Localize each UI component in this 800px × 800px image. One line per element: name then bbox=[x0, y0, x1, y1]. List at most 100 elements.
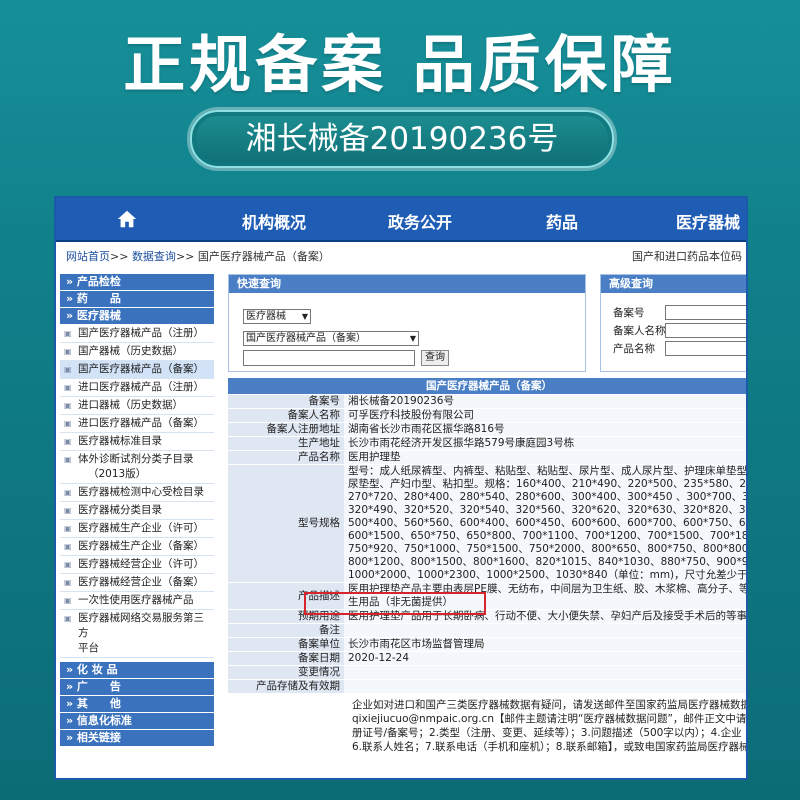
table-row: 变更情况 bbox=[228, 666, 746, 680]
quick-search-title: 快速查询 bbox=[229, 275, 585, 293]
database-select[interactable]: 国产医疗器械产品（备案） bbox=[243, 331, 419, 346]
row-value-line: 270*720、280*400、280*540、280*600、300*400、… bbox=[348, 491, 746, 503]
nav-item-org[interactable]: 机构概况 bbox=[242, 209, 306, 233]
row-label: 型号规格 bbox=[228, 465, 344, 582]
sidebar-item[interactable]: 医疗器械生产企业（许可） bbox=[60, 520, 214, 538]
row-value-line bbox=[348, 624, 746, 637]
row-value-line: 尿垫型、产妇巾型、粘扣型。规格：160*400、210*490、220*500、… bbox=[348, 478, 746, 490]
sidebar-item[interactable]: 一次性使用医疗器械产品 bbox=[60, 592, 214, 610]
row-value-line: 500*400、560*560、600*400、600*450、600*600、… bbox=[348, 517, 746, 529]
top-nav: 机构概况 政务公开 药品 医疗器械 bbox=[56, 198, 746, 242]
sidebar-section-other[interactable]: » 其 他 bbox=[60, 696, 214, 713]
banner-title: 正规备案 品质保障 bbox=[123, 28, 677, 101]
sidebar-section-cosmetics[interactable]: » 化 妆 品 bbox=[60, 662, 214, 679]
sidebar-section-ads[interactable]: » 广 告 bbox=[60, 679, 214, 696]
sidebar-item[interactable]: 医疗器械生产企业（备案） bbox=[60, 538, 214, 556]
row-label: 备案人名称 bbox=[228, 409, 344, 422]
sidebar-item[interactable]: 国产器械（历史数据） bbox=[60, 343, 214, 361]
table-row: 备注 bbox=[228, 624, 746, 638]
sidebar-item[interactable]: 体外诊断试剂分类子目录 （2013版） bbox=[60, 451, 214, 484]
table-row: 型号规格 型号：成人纸尿裤型、内裤型、粘贴型、粘贴型、尿片型、成人尿片型、护理床单… bbox=[228, 465, 746, 583]
table-row: 备案日期 2020-12-24 bbox=[228, 652, 746, 666]
notice-line: 6.联系人姓名；7.联系电话（手机和座机）；8.联系邮箱】，或致电国家药监局医疗… bbox=[352, 741, 746, 753]
sidebar-section-devices[interactable]: » 医疗器械 bbox=[60, 308, 214, 325]
row-value-line: 长沙市雨花经济开发区振华路579号康庭园3号栋 bbox=[348, 437, 575, 449]
breadcrumb: 网站首页>> 数据查询>> 国产医疗器械产品（备案） bbox=[66, 248, 330, 264]
sidebar-item[interactable]: 国产医疗器械产品（注册） bbox=[60, 325, 214, 343]
nav-item-gov[interactable]: 政务公开 bbox=[388, 209, 452, 233]
breadcrumb-sep: >> bbox=[110, 250, 129, 263]
sidebar-item-label: 平台 bbox=[78, 642, 99, 654]
sidebar-item[interactable]: 医疗器械检测中心受检目录 bbox=[60, 484, 214, 502]
breadcrumb-query[interactable]: 数据查询 bbox=[132, 250, 176, 263]
row-value-line: 可孚医疗科技股份有限公司 bbox=[348, 409, 474, 421]
breadcrumb-right-link[interactable]: 国产和进口药品本位码 bbox=[632, 248, 742, 264]
row-value: 湖南省长沙市雨花区振华路816号 bbox=[344, 423, 746, 436]
sidebar-item[interactable]: 进口医疗器械产品（备案） bbox=[60, 415, 214, 433]
sidebar-item[interactable]: 医疗器械标准目录 bbox=[60, 433, 214, 451]
row-value-line: 长沙市雨花区市场监督管理局 bbox=[348, 638, 485, 650]
row-value-line: 湖南省长沙市雨花区振华路816号 bbox=[348, 423, 505, 435]
row-value-line bbox=[348, 680, 746, 693]
record-number-highlight bbox=[304, 592, 486, 615]
table-row: 产品名称 医用护理垫 bbox=[228, 451, 746, 465]
row-value-line: 320*490、320*520、320*540、320*560、320*620、… bbox=[348, 504, 746, 516]
nav-item-drugs[interactable]: 药品 bbox=[546, 209, 578, 233]
home-icon[interactable] bbox=[116, 208, 138, 230]
notice-line: 企业如对进口和国产三类医疗器械数据有疑问，请发送邮件至国家药监局医疗器械数据 bbox=[352, 699, 746, 711]
row-label: 备案号 bbox=[228, 395, 344, 408]
advanced-search-panel: 高级查询 备案号 备案人名称 产品名称 bbox=[600, 274, 746, 372]
row-label: 产品名称 bbox=[228, 451, 344, 464]
quick-search-panel: 快速查询 医疗器械 国产医疗器械产品（备案） 查询 bbox=[228, 274, 586, 372]
sidebar-item[interactable]: 进口医疗器械产品（注册） bbox=[60, 379, 214, 397]
row-value: 长沙市雨花经济开发区振华路579号康庭园3号栋 bbox=[344, 437, 746, 450]
sidebar-item[interactable]: 医疗器械网络交易服务第三方平台 bbox=[60, 610, 214, 658]
row-value bbox=[344, 666, 746, 679]
quick-search-input[interactable] bbox=[243, 350, 415, 366]
sidebar-item[interactable]: 医疗器械分类目录 bbox=[60, 502, 214, 520]
row-value-line: 1000*2000、1000*2300、1000*2500、1030*840（单… bbox=[348, 569, 746, 581]
nav-item-devices[interactable]: 医疗器械 bbox=[676, 209, 740, 233]
adv-input-record-no[interactable] bbox=[665, 305, 746, 320]
row-value bbox=[344, 624, 746, 637]
sidebar-section-links[interactable]: » 相关链接 bbox=[60, 730, 214, 747]
sidebar-item[interactable]: 医疗器械经营企业（备案） bbox=[60, 574, 214, 592]
advanced-search-title: 高级查询 bbox=[601, 275, 746, 293]
row-label: 备案日期 bbox=[228, 652, 344, 665]
sidebar-item[interactable]: 进口器械（历史数据） bbox=[60, 397, 214, 415]
table-row: 备案人名称 可孚医疗科技股份有限公司 bbox=[228, 409, 746, 423]
adv-input-product[interactable] bbox=[665, 341, 746, 356]
sidebar-section-it-standards[interactable]: » 信息化标准 bbox=[60, 713, 214, 730]
query-button[interactable]: 查询 bbox=[421, 350, 449, 366]
sidebar-section-inspection[interactable]: » 产品检检 bbox=[60, 274, 214, 291]
adv-input-filer[interactable] bbox=[665, 323, 746, 338]
row-value-line: 医用护理垫 bbox=[348, 451, 401, 463]
row-value-line: 600*1500、650*750、650*800、700*1100、700*12… bbox=[348, 530, 746, 542]
row-value: 2020-12-24 bbox=[344, 652, 746, 665]
record-table: 备案号 湘长械备20190236号 备案人名称 可孚医疗科技股份有限公司 备案人注册地址… bbox=[228, 395, 746, 754]
sidebar: » 产品检检 » 药 品 » 医疗器械 国产医疗器械产品（注册） 国产器械（历史… bbox=[60, 274, 214, 747]
category-select[interactable]: 医疗器械 bbox=[243, 309, 311, 324]
sidebar-item-selected[interactable]: 国产医疗器械产品（备案） bbox=[60, 361, 214, 379]
table-row: 产品存储及有效期 bbox=[228, 680, 746, 694]
record-number-pill: 湘长械备20190236号 bbox=[190, 110, 614, 168]
notice-line: qixiejiucuo@nmpaic.org.cn【邮件主题请注明“医疗器械数据… bbox=[352, 713, 746, 725]
row-value: 可孚医疗科技股份有限公司 bbox=[344, 409, 746, 422]
sidebar-item-label: 体外诊断试剂分类子目录 bbox=[78, 453, 194, 465]
notice-line: 册证号/备案号；2.类型（注册、变更、延续等）；3.问题描述（500字以内）；4… bbox=[352, 727, 742, 739]
row-label: 备案单位 bbox=[228, 638, 344, 651]
row-value: 长沙市雨花区市场监督管理局 bbox=[344, 638, 746, 651]
notice-block: 企业如对进口和国产三类医疗器械数据有疑问，请发送邮件至国家药监局医疗器械数据 qi… bbox=[228, 694, 746, 754]
table-title: 国产医疗器械产品（备案） bbox=[228, 378, 746, 394]
row-value bbox=[344, 680, 746, 693]
sidebar-section-drugs[interactable]: » 药 品 bbox=[60, 291, 214, 308]
sidebar-item[interactable]: 医疗器械经营企业（许可） bbox=[60, 556, 214, 574]
row-value-line: 2020-12-24 bbox=[348, 652, 410, 664]
row-value: 医用护理垫 bbox=[344, 451, 746, 464]
row-label: 备注 bbox=[228, 624, 344, 637]
row-value: 湘长械备20190236号 bbox=[344, 395, 746, 408]
row-value-line bbox=[348, 666, 746, 679]
row-value: 型号：成人纸尿裤型、内裤型、粘贴型、粘贴型、尿片型、成人尿片型、护理床单垫型 尿垫… bbox=[344, 465, 746, 582]
table-row: 生产地址 长沙市雨花经济开发区振华路579号康庭园3号栋 bbox=[228, 437, 746, 451]
breadcrumb-home[interactable]: 网站首页 bbox=[66, 250, 110, 263]
